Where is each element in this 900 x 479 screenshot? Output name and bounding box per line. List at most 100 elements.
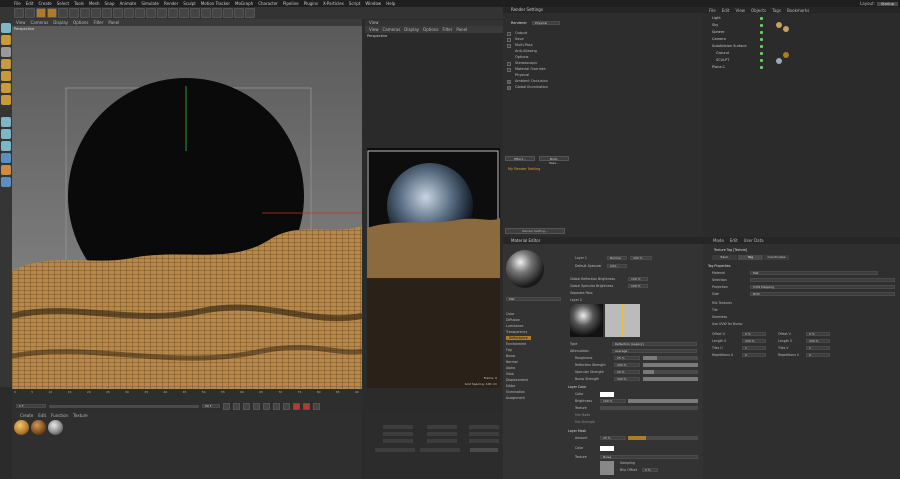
play-icon[interactable] (253, 402, 260, 410)
texture-mode-icon[interactable] (1, 47, 11, 57)
z-axis-icon[interactable] (113, 8, 123, 18)
texture-tag-icon[interactable] (776, 22, 782, 28)
vp-menu-display[interactable]: Display (53, 20, 68, 25)
start-frame-field[interactable]: 0 F (16, 404, 46, 408)
multipass-button[interactable]: Multi-Pass... (539, 156, 569, 165)
coord-rotation-p[interactable] (469, 432, 499, 436)
render-picture-viewer-icon[interactable] (146, 8, 156, 18)
y-axis-icon[interactable] (102, 8, 112, 18)
bump-strength-slider[interactable] (643, 377, 698, 381)
am-user-data[interactable]: User Data (744, 238, 764, 243)
channel-luminance[interactable]: Luminance (506, 324, 523, 328)
layer-color-swatch[interactable] (600, 392, 614, 397)
global-illumination-checkbox[interactable] (507, 86, 511, 90)
reflection-strength-field[interactable]: 100 % (614, 363, 640, 367)
bend-icon[interactable] (212, 8, 222, 18)
recent-tool-icon[interactable] (80, 8, 90, 18)
polygons-mode-icon[interactable] (1, 95, 11, 105)
layer-mask-section[interactable]: Layer Mask (568, 429, 586, 433)
record-icon[interactable] (293, 402, 300, 410)
coord-rotation-b[interactable] (469, 439, 499, 443)
menu-file[interactable]: File (14, 1, 21, 6)
menu-mesh[interactable]: Mesh (89, 1, 100, 6)
scale-icon[interactable] (58, 8, 68, 18)
mask-color-swatch[interactable] (600, 446, 614, 451)
length-v-field[interactable]: 100 % (806, 339, 830, 343)
vp-menu-panel[interactable]: Panel (108, 20, 119, 25)
material-thumbnail-sand[interactable] (14, 420, 29, 435)
object-sculpt[interactable]: SCULPT (716, 58, 729, 62)
rs-item-multipass[interactable]: Multi-Pass (515, 43, 533, 47)
tab-basic[interactable]: Basic (712, 255, 737, 260)
model-mode-icon[interactable] (1, 35, 11, 45)
menu-simulate[interactable]: Simulate (141, 1, 159, 6)
channel-assignment[interactable]: Assignment (506, 396, 525, 400)
om-objects[interactable]: Objects (751, 8, 766, 13)
tab-tag[interactable]: Tag (738, 255, 763, 260)
rs-item-stereoscopic[interactable]: Stereoscopic (515, 61, 537, 65)
stereoscopic-checkbox[interactable] (507, 62, 511, 66)
global-reflection-field[interactable]: 100 % (628, 277, 648, 281)
rs-item-global-illumination[interactable]: Global Illumination (515, 85, 548, 89)
camera-icon[interactable] (234, 8, 244, 18)
material-preview-sphere[interactable] (506, 250, 544, 288)
visibility-dot[interactable] (760, 31, 763, 34)
am-edit[interactable]: Edit (730, 238, 738, 243)
channel-alpha[interactable]: Alpha (506, 366, 515, 370)
next-key-icon[interactable] (273, 402, 280, 410)
object-sky[interactable]: Sky (712, 23, 718, 27)
menu-select[interactable]: Select (57, 1, 69, 6)
specular-strength-field[interactable]: 20 % (614, 370, 640, 374)
tab-coordinates[interactable]: Coordinates (764, 255, 789, 260)
pv-menu-cameras[interactable]: Cameras (383, 27, 401, 32)
rs-item-ambient-occlusion[interactable]: Ambient Occlusion (515, 79, 548, 83)
object-camera[interactable]: Camera (712, 37, 726, 41)
visibility-dot[interactable] (760, 52, 763, 55)
channel-editor[interactable]: Editor (506, 384, 515, 388)
attr-projection-select[interactable]: UVW Mapping (750, 285, 895, 289)
layout-switcher[interactable]: Layout: Startup (860, 1, 898, 6)
attr-selection-field[interactable] (750, 278, 895, 282)
rs-item-options[interactable]: Options (515, 55, 529, 59)
menu-pipeline[interactable]: Pipeline (283, 1, 299, 6)
renderer-select[interactable]: Physical (532, 21, 560, 25)
mask-texture-slot[interactable]: Noise (600, 455, 698, 459)
pv-menu-panel[interactable]: Panel (456, 27, 467, 32)
pen-icon[interactable] (179, 8, 189, 18)
channel-bump[interactable]: Bump (506, 354, 515, 358)
coord-position-z[interactable] (383, 439, 413, 443)
repetitions-u-field[interactable]: 0 (742, 353, 766, 357)
keyframe-selection-icon[interactable] (313, 402, 320, 410)
brightness-field[interactable]: 100 % (600, 399, 626, 403)
end-frame-field[interactable]: 90 F (202, 404, 220, 408)
menu-create[interactable]: Create (38, 1, 51, 6)
om-edit[interactable]: Edit (722, 8, 730, 13)
menu-motion-tracker[interactable]: Motion Tracker (201, 1, 230, 6)
menu-mograph[interactable]: MoGraph (235, 1, 253, 6)
pv-menu-filter[interactable]: Filter (442, 27, 452, 32)
light-icon[interactable] (245, 8, 255, 18)
render-settings-icon[interactable] (157, 8, 167, 18)
menu-tools[interactable]: Tools (74, 1, 84, 6)
pv-menu-view[interactable]: View (369, 27, 379, 32)
multipass-checkbox[interactable] (507, 44, 511, 48)
rotate-icon[interactable] (69, 8, 79, 18)
subdivision-icon[interactable] (190, 8, 200, 18)
render-preset-item[interactable]: My Render Setting (508, 167, 540, 171)
tiles-v-field[interactable]: 1 (806, 346, 830, 350)
menu-help[interactable]: Help (386, 1, 395, 6)
rs-item-physical[interactable]: Physical (515, 73, 529, 77)
render-setting-button[interactable]: Render Setting... (505, 228, 565, 234)
rs-item-save[interactable]: Save (515, 37, 524, 41)
tweak-icon[interactable] (1, 129, 11, 139)
solo-icon[interactable] (1, 177, 11, 187)
visibility-dot[interactable] (760, 24, 763, 27)
render-view-icon[interactable] (135, 8, 145, 18)
mm-create[interactable]: Create (20, 413, 33, 418)
menu-render[interactable]: Render (164, 1, 178, 6)
menu-character[interactable]: Character (258, 1, 278, 6)
x-axis-icon[interactable] (91, 8, 101, 18)
mm-texture[interactable]: Texture (73, 413, 88, 418)
add-layer-button[interactable]: Add... (607, 264, 627, 268)
material-thumbnail-mat[interactable] (48, 420, 63, 435)
